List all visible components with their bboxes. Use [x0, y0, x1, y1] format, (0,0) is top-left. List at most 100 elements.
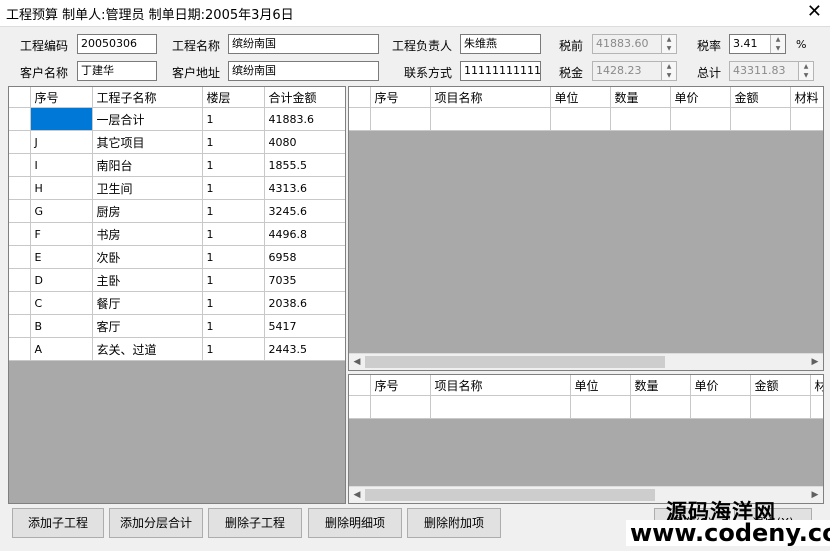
cell-total-amount[interactable]: 4080 — [264, 130, 345, 154]
cell-sub-name[interactable]: 次卧 — [92, 245, 203, 269]
cell-sub-name[interactable]: 玄关、过道 — [92, 337, 203, 361]
cell-total-amount[interactable]: 5417 — [264, 314, 345, 338]
cell-floor[interactable]: 1 — [202, 153, 265, 177]
scroll-thumb[interactable] — [365, 356, 665, 368]
table-row[interactable]: A 玄关、过道 1 2443.5 — [9, 337, 345, 361]
detail-col-header[interactable]: 数量 — [610, 87, 671, 108]
cell-sub-name[interactable]: 主卧 — [92, 268, 203, 292]
cell-seq[interactable]: B — [30, 314, 93, 338]
cell-total-amount[interactable]: 4496.8 — [264, 222, 345, 246]
detail-col-header[interactable]: 金额 — [730, 87, 791, 108]
row-indicator[interactable] — [349, 107, 371, 131]
cell-total-amount[interactable]: 6958 — [264, 245, 345, 269]
extra-col-header[interactable]: 序号 — [370, 375, 431, 396]
cell-floor[interactable]: 1 — [202, 199, 265, 223]
table-row[interactable]: C 餐厅 1 2038.6 — [9, 291, 345, 315]
project-code-input[interactable]: 20050306 — [77, 34, 157, 54]
row-indicator[interactable] — [9, 291, 31, 315]
extra-items-grid[interactable]: 序号项目名称单位数量单价金额材 ◀ ▶ — [348, 374, 824, 504]
delete-sub-project-button[interactable]: 删除子工程 — [208, 508, 302, 538]
scroll-thumb[interactable] — [365, 489, 655, 501]
table-row[interactable]: J 其它项目 1 4080 — [9, 130, 345, 154]
detail-col-header[interactable]: 单价 — [670, 87, 731, 108]
cell-total-amount[interactable]: 4313.6 — [264, 176, 345, 200]
detail-col-header[interactable]: 序号 — [370, 87, 431, 108]
cell-floor[interactable]: 1 — [202, 268, 265, 292]
cell-sub-name[interactable]: 餐厅 — [92, 291, 203, 315]
cell-total-amount[interactable]: 1855.5 — [264, 153, 345, 177]
row-indicator[interactable] — [9, 268, 31, 292]
cell-seq[interactable]: A — [30, 337, 93, 361]
cell-sub-name[interactable]: 南阳台 — [92, 153, 203, 177]
cell-floor[interactable]: 1 — [202, 314, 265, 338]
cell-seq[interactable]: D — [30, 268, 93, 292]
table-row[interactable]: B 客厅 1 5417 — [9, 314, 345, 338]
detail-col-header[interactable]: 单位 — [550, 87, 611, 108]
table-row[interactable]: H 卫生间 1 4313.6 — [9, 176, 345, 200]
table-row[interactable]: G 厨房 1 3245.6 — [9, 199, 345, 223]
table-row[interactable] — [349, 107, 823, 131]
extra-col-header[interactable]: 单位 — [570, 375, 631, 396]
detail-hscrollbar[interactable]: ◀ ▶ — [349, 353, 823, 370]
scroll-right-icon[interactable]: ▶ — [807, 354, 823, 370]
row-indicator[interactable] — [9, 337, 31, 361]
address-input[interactable]: 缤纷南国 — [228, 61, 379, 81]
cell-floor[interactable]: 1 — [202, 245, 265, 269]
scroll-left-icon[interactable]: ◀ — [349, 487, 365, 503]
close-icon[interactable]: ✕ — [807, 2, 822, 22]
row-indicator[interactable] — [9, 314, 31, 338]
cell-seq[interactable] — [30, 107, 93, 131]
row-indicator[interactable] — [9, 245, 31, 269]
table-row[interactable]: I 南阳台 1 1855.5 — [9, 153, 345, 177]
cell-seq[interactable]: G — [30, 199, 93, 223]
detail-items-grid[interactable]: 序号 项目名称 单位 数量 单价 金额 材料 ◀ ▶ — [348, 86, 824, 371]
cell-floor[interactable]: 1 — [202, 130, 265, 154]
cell-total-amount[interactable]: 41883.6 — [264, 107, 345, 131]
scroll-right-icon[interactable]: ▶ — [807, 487, 823, 503]
row-indicator[interactable] — [349, 395, 371, 419]
cell-seq[interactable]: F — [30, 222, 93, 246]
col-header-floor[interactable]: 楼层 — [202, 87, 265, 108]
tax-rate-field[interactable]: 3.41 ▲ ▼ — [729, 34, 786, 54]
cell-sub-name[interactable]: 客厅 — [92, 314, 203, 338]
row-indicator[interactable] — [9, 130, 31, 154]
detail-col-header[interactable]: 材料 — [790, 87, 823, 108]
cell-seq[interactable]: C — [30, 291, 93, 315]
cell-seq[interactable]: E — [30, 245, 93, 269]
contact-input[interactable]: 11111111111 — [460, 61, 541, 81]
cell-sub-name[interactable]: 厨房 — [92, 199, 203, 223]
cell-seq[interactable]: H — [30, 176, 93, 200]
add-floor-total-button[interactable]: 添加分层合计 — [109, 508, 203, 538]
sub-project-grid[interactable]: 序号 工程子名称 楼层 合计金额 一层合计 1 41883.6 J 其它项目 1 4080 I… — [8, 86, 346, 504]
row-indicator[interactable] — [9, 222, 31, 246]
extra-col-header[interactable]: 金额 — [750, 375, 811, 396]
col-header-seq[interactable]: 序号 — [30, 87, 93, 108]
cell-total-amount[interactable]: 7035 — [264, 268, 345, 292]
cell-floor[interactable]: 1 — [202, 107, 265, 131]
delete-extra-button[interactable]: 删除附加项 — [407, 508, 501, 538]
tax-rate-spinner[interactable]: ▲ ▼ — [770, 35, 785, 53]
row-indicator[interactable] — [9, 153, 31, 177]
extra-col-header[interactable]: 项目名称 — [430, 375, 571, 396]
table-row[interactable]: E 次卧 1 6958 — [9, 245, 345, 269]
delete-detail-button[interactable]: 删除明细项 — [308, 508, 402, 538]
cell-floor[interactable]: 1 — [202, 337, 265, 361]
extra-col-header[interactable]: 数量 — [630, 375, 691, 396]
detail-col-header[interactable]: 项目名称 — [430, 87, 551, 108]
extra-col-header[interactable]: 材 — [810, 375, 823, 396]
table-row[interactable] — [349, 395, 823, 419]
cell-total-amount[interactable]: 2038.6 — [264, 291, 345, 315]
row-indicator[interactable] — [9, 176, 31, 200]
col-header-sub-name[interactable]: 工程子名称 — [92, 87, 203, 108]
cell-seq[interactable]: J — [30, 130, 93, 154]
project-name-input[interactable]: 缤纷南国 — [228, 34, 379, 54]
cell-seq[interactable]: I — [30, 153, 93, 177]
cell-sub-name[interactable]: 其它项目 — [92, 130, 203, 154]
cell-total-amount[interactable]: 2443.5 — [264, 337, 345, 361]
cell-sub-name[interactable]: 一层合计 — [92, 107, 203, 131]
cell-sub-name[interactable]: 卫生间 — [92, 176, 203, 200]
extra-col-header[interactable]: 单价 — [690, 375, 751, 396]
cell-sub-name[interactable]: 书房 — [92, 222, 203, 246]
table-row[interactable]: 一层合计 1 41883.6 — [9, 107, 345, 131]
col-header-total-amount[interactable]: 合计金额 — [264, 87, 345, 108]
